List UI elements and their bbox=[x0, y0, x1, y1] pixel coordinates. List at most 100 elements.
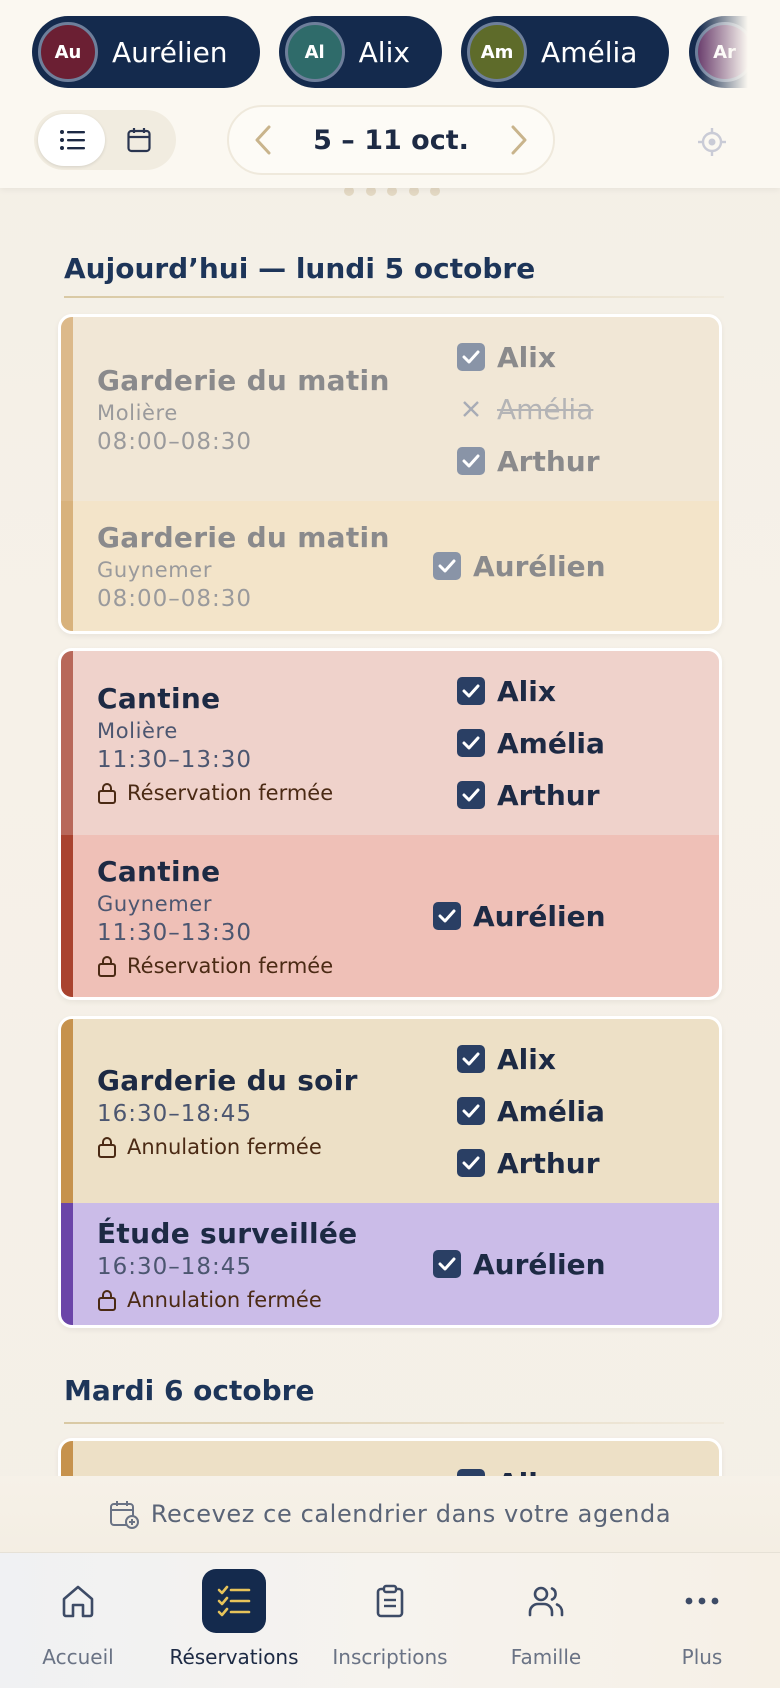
child-reservation[interactable]: Aurélien bbox=[433, 890, 719, 942]
reservation-entry[interactable]: Garderie du matin Guynemer 08:00–08:30 A… bbox=[61, 501, 719, 631]
reservation-entry[interactable]: Cantine Molière 11:30–13:30 Réservation … bbox=[61, 651, 719, 835]
day-title: Mardi 6 octobre bbox=[64, 1374, 315, 1407]
scroll-fade bbox=[698, 16, 748, 88]
child-reservation[interactable]: Amélia bbox=[457, 383, 719, 435]
reservation-group-evening: Garderie du soir 16:30–18:45 Annulation … bbox=[58, 1016, 722, 1328]
day-divider bbox=[64, 1422, 724, 1424]
day-divider bbox=[64, 296, 724, 298]
avatar: Au bbox=[38, 22, 98, 82]
checkbox-checked-icon bbox=[433, 1250, 461, 1278]
nav-item-famille[interactable]: Famille bbox=[468, 1553, 624, 1688]
child-reservation[interactable]: Amélia bbox=[457, 717, 719, 769]
nav-item-inscriptions[interactable]: Inscriptions bbox=[312, 1553, 468, 1688]
nav-item-plus[interactable]: Plus bbox=[624, 1553, 780, 1688]
reservation-group-lunch: Cantine Molière 11:30–13:30 Réservation … bbox=[58, 648, 722, 1000]
target-icon bbox=[698, 128, 726, 156]
school-name: Molière bbox=[97, 718, 178, 743]
child-name: Amélia bbox=[541, 35, 638, 69]
school-name: Guynemer bbox=[97, 557, 213, 582]
app-header: Au Aurélien Al Alix Am Amélia Ar bbox=[0, 0, 780, 188]
activity-title: Cantine bbox=[97, 681, 221, 715]
checkbox-checked-icon bbox=[457, 677, 485, 705]
avatar: Al bbox=[284, 22, 345, 82]
child-reservation[interactable]: Alix bbox=[457, 331, 719, 383]
children-list: Alix Amélia Arthur bbox=[457, 1033, 719, 1189]
list-view-button[interactable] bbox=[38, 114, 105, 166]
children-list: Aurélien bbox=[433, 540, 719, 592]
reservation-entry[interactable]: Garderie du soir 16:30–18:45 Annulation … bbox=[61, 1019, 719, 1203]
child-reservation[interactable]: Arthur bbox=[457, 435, 719, 487]
school-name: Guynemer bbox=[97, 891, 213, 916]
subscribe-calendar-link[interactable]: Recevez ce calendrier dans votre agenda bbox=[0, 1476, 780, 1552]
reservation-entry[interactable]: Alix bbox=[61, 1441, 719, 1476]
checkbox-checked-icon bbox=[457, 1469, 485, 1476]
time-range: 08:00–08:30 bbox=[97, 585, 253, 612]
checkbox-checked-icon bbox=[457, 729, 485, 757]
nav-item-reservations[interactable]: Réservations bbox=[156, 1553, 312, 1688]
list-icon bbox=[59, 130, 85, 150]
children-list: Alix bbox=[457, 1457, 719, 1476]
week-label: 5 – 11 oct. bbox=[313, 124, 469, 156]
time-range: 16:30–18:45 bbox=[97, 1253, 253, 1280]
checklist-icon bbox=[217, 1585, 251, 1617]
reservation-list: Aujourd’hui — lundi 5 octobre Garderie d… bbox=[0, 188, 780, 1476]
week-navigator: 5 – 11 oct. bbox=[227, 105, 555, 175]
checkbox-checked-icon bbox=[433, 902, 461, 930]
child-name: Aurélien bbox=[112, 35, 228, 69]
child-reservation[interactable]: Alix bbox=[457, 1033, 719, 1085]
more-icon bbox=[685, 1597, 719, 1605]
lock-icon bbox=[98, 955, 116, 977]
reservation-entry[interactable]: Étude surveillée 16:30–18:45 Annulation … bbox=[61, 1203, 719, 1325]
time-range: 11:30–13:30 bbox=[97, 919, 253, 946]
child-reservation[interactable]: Alix bbox=[457, 1457, 719, 1476]
children-list: Aurélien bbox=[433, 890, 719, 942]
activity-title: Garderie du matin bbox=[97, 363, 390, 397]
children-list: Alix Amélia Arthur bbox=[457, 331, 719, 487]
day-title: Aujourd’hui — lundi 5 octobre bbox=[64, 252, 536, 285]
activity-title: Cantine bbox=[97, 854, 221, 888]
home-icon bbox=[62, 1585, 94, 1618]
lock-icon bbox=[98, 1289, 116, 1311]
child-chip-amelia[interactable]: Am Amélia bbox=[461, 16, 670, 88]
child-reservation[interactable]: Aurélien bbox=[433, 540, 719, 592]
chevron-left-icon[interactable] bbox=[253, 124, 273, 156]
avatar: Am bbox=[467, 22, 528, 82]
child-reservation[interactable]: Aurélien bbox=[433, 1238, 719, 1290]
child-chip-aurelien[interactable]: Au Aurélien bbox=[32, 16, 260, 88]
checkbox-checked-icon bbox=[457, 447, 485, 475]
subscribe-label: Recevez ce calendrier dans votre agenda bbox=[150, 1500, 672, 1528]
reservation-group: Alix bbox=[58, 1438, 722, 1476]
chevron-right-icon[interactable] bbox=[509, 124, 529, 156]
child-chip-alix[interactable]: Al Alix bbox=[278, 16, 442, 88]
reservation-entry[interactable]: Cantine Guynemer 11:30–13:30 Réservation… bbox=[61, 835, 719, 997]
activity-title: Étude surveillée bbox=[97, 1216, 358, 1250]
reservation-group-morning: Garderie du matin Molière 08:00–08:30 Al… bbox=[58, 314, 722, 634]
checkbox-checked-icon bbox=[433, 552, 461, 580]
lock-icon bbox=[98, 782, 116, 804]
checkbox-checked-icon bbox=[457, 343, 485, 371]
calendar-view-button[interactable] bbox=[105, 114, 172, 166]
child-reservation[interactable]: Arthur bbox=[457, 1137, 719, 1189]
lock-status: Réservation fermée bbox=[97, 954, 433, 978]
children-selector: Au Aurélien Al Alix Am Amélia Ar bbox=[32, 16, 748, 88]
nav-item-accueil[interactable]: Accueil bbox=[0, 1553, 156, 1688]
time-range: 16:30–18:45 bbox=[97, 1100, 253, 1127]
children-list: Alix Amélia Arthur bbox=[457, 665, 719, 821]
child-reservation[interactable]: Arthur bbox=[457, 769, 719, 821]
school-name: Molière bbox=[97, 400, 178, 425]
child-reservation[interactable]: Alix bbox=[457, 665, 719, 717]
time-range: 08:00–08:30 bbox=[97, 428, 253, 455]
clipboard-icon bbox=[376, 1584, 404, 1618]
today-button[interactable] bbox=[692, 122, 732, 162]
child-name: Alix bbox=[358, 35, 410, 69]
close-icon bbox=[457, 395, 485, 423]
checkbox-checked-icon bbox=[457, 1149, 485, 1177]
children-list: Aurélien bbox=[433, 1238, 719, 1290]
view-toggle bbox=[34, 110, 176, 170]
calendar-icon bbox=[126, 128, 151, 153]
reservation-entry[interactable]: Garderie du matin Molière 08:00–08:30 Al… bbox=[61, 317, 719, 501]
checkbox-checked-icon bbox=[457, 1097, 485, 1125]
activity-title: Garderie du matin bbox=[97, 520, 390, 554]
child-reservation[interactable]: Amélia bbox=[457, 1085, 719, 1137]
lock-status: Réservation fermée bbox=[97, 781, 457, 805]
